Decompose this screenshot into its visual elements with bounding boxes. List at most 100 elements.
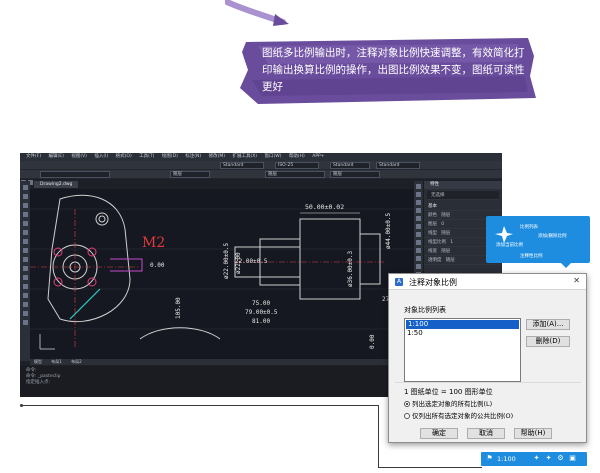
copy-obj-icon[interactable]: [22, 320, 28, 325]
radio-all-label: 列出选定对象的所有比例(L): [412, 400, 493, 408]
block-icon[interactable]: [22, 257, 28, 262]
flange-part: [47, 194, 131, 323]
menu-modify[interactable]: 修改(M): [209, 154, 225, 159]
menu-window[interactable]: 窗口(W): [264, 154, 281, 159]
dialog-titlebar[interactable]: A 注释对象比例 ✕: [389, 274, 586, 290]
perpendicular-icon[interactable]: [416, 264, 421, 269]
tab-model[interactable]: 模型: [30, 359, 46, 364]
radio-common-indicator[interactable]: [404, 413, 410, 419]
polygon-icon[interactable]: [22, 203, 28, 208]
menu-ext-tools[interactable]: 扩展工具(X): [232, 154, 257, 159]
dim-75-label: 75.00: [252, 300, 270, 307]
table-style-select[interactable]: Standard: [330, 162, 370, 169]
region-icon[interactable]: [22, 284, 28, 289]
center-icon[interactable]: [416, 216, 421, 221]
workspace-icon[interactable]: ⚙: [557, 455, 564, 462]
dim-81-label: 81.00: [252, 318, 270, 325]
extension-icon[interactable]: [416, 248, 421, 253]
linetype-select[interactable]: 随层: [265, 171, 325, 178]
tip-add-current[interactable]: 添加当前比例: [496, 242, 523, 248]
menu-format[interactable]: 格式(O): [116, 154, 132, 159]
quadrant-icon[interactable]: [416, 232, 421, 237]
brush-stroke-decoration: [225, 0, 289, 26]
model-layout-tabs: 模型 布局1 布局2: [30, 359, 414, 365]
command-line-3: 指定插入点:: [26, 380, 51, 385]
feature-banner: 图纸多比例输出时，注释对象比例快速调整，有效简化打印输出换算比例的操作，出图比例…: [238, 36, 538, 106]
intersection-icon[interactable]: [416, 240, 421, 245]
radio-all-indicator[interactable]: [404, 401, 410, 407]
osnap-icon[interactable]: [416, 192, 421, 197]
menu-view[interactable]: 视图(V): [71, 154, 87, 159]
tip-scale-list[interactable]: 比例列表: [520, 224, 538, 230]
properties-section[interactable]: 基本: [424, 202, 502, 211]
dim-50-label: 50.00±0.02: [305, 203, 344, 211]
menu-tools[interactable]: 工具(T): [139, 154, 154, 159]
text-style-select[interactable]: Standard: [220, 162, 264, 169]
radio-list-all[interactable]: 列出选定对象的所有比例(L): [404, 398, 492, 408]
ellipse-icon[interactable]: [22, 248, 28, 253]
dim-style-select[interactable]: ISO-25: [275, 162, 319, 169]
callout-line-bottom: [378, 467, 482, 468]
menu-app[interactable]: APP+: [312, 154, 324, 159]
mtext-icon[interactable]: [22, 302, 28, 307]
dim-phi22b-label: ø22.00: [235, 252, 242, 274]
polyline-icon[interactable]: [22, 194, 28, 199]
delete-button[interactable]: 删除(D): [526, 336, 570, 347]
dialog-title: 注释对象比例: [409, 278, 457, 287]
midpoint-icon[interactable]: [416, 208, 421, 213]
endpoint-icon[interactable]: [416, 200, 421, 205]
arc-icon[interactable]: [22, 221, 28, 226]
scale-item-1-100[interactable]: 1:100: [406, 320, 519, 329]
erase-icon[interactable]: [22, 311, 28, 316]
lineweight-select[interactable]: 随层: [330, 171, 380, 178]
add-button[interactable]: 添加(A)...: [526, 319, 570, 330]
table-icon[interactable]: [22, 293, 28, 298]
layer-select[interactable]: [40, 171, 110, 178]
left-toolbar: [20, 181, 30, 361]
auto-scale-icon[interactable]: ✦: [545, 455, 552, 462]
dim-phi22-label: ø22.00±0.5: [223, 242, 230, 279]
tab-layout1[interactable]: 布局1: [47, 359, 66, 364]
menu-draw[interactable]: 绘图(D): [162, 154, 178, 159]
menu-file[interactable]: 文件(F): [26, 154, 41, 159]
command-line[interactable]: 命令: 命令: _pasteclip 指定插入点:: [20, 366, 423, 397]
annotation-scale-value[interactable]: 1:100: [497, 455, 516, 463]
file-tab[interactable]: Drawing2.dwg: [34, 181, 79, 188]
toolbar-layers: 随层 随层 随层: [20, 170, 502, 185]
rectangle-icon[interactable]: [22, 212, 28, 217]
scale-list[interactable]: 1:100 1:50: [404, 318, 521, 382]
callout-dot: [20, 404, 23, 407]
menu-dimension[interactable]: 标注(N): [185, 154, 201, 159]
insertion-icon[interactable]: [416, 256, 421, 261]
ok-button[interactable]: 确定: [420, 428, 458, 439]
radio-list-common[interactable]: 仅列出所有选定对象的公共比例(O): [404, 410, 513, 420]
selection-select[interactable]: 无选择: [427, 191, 499, 200]
annotation-scale-icon-small[interactable]: ⚑: [486, 455, 493, 462]
menu-help[interactable]: 帮助(H): [289, 154, 305, 159]
cancel-button[interactable]: 取消: [467, 428, 505, 439]
help-button[interactable]: 帮助(H): [514, 428, 552, 439]
dim-zero-label: 0.00: [150, 262, 165, 269]
callout-line: [22, 405, 378, 406]
color-select[interactable]: 随层: [170, 171, 210, 178]
fullscreen-icon[interactable]: ▣: [569, 455, 576, 462]
scale-item-1-50[interactable]: 1:50: [405, 329, 520, 338]
ucs-icon: [39, 334, 55, 350]
line-icon[interactable]: [22, 185, 28, 190]
circle-icon[interactable]: [22, 230, 28, 235]
annotation-tooltip: 比例列表 添加当前比例 添加/删除比例 注释性比例: [486, 216, 590, 263]
drawing-canvas[interactable]: M2 0.00 105.00 50.00±0.02 22.00±0.5 ø22.…: [30, 189, 414, 359]
menu-edit[interactable]: 编辑(E): [49, 154, 64, 159]
spline-icon[interactable]: [22, 239, 28, 244]
point-icon[interactable]: [22, 266, 28, 271]
tab-layout2[interactable]: 布局2: [67, 359, 86, 364]
annotation-visibility-icon[interactable]: ✦: [533, 455, 540, 462]
node-icon[interactable]: [416, 224, 421, 229]
snap-icon[interactable]: [416, 184, 421, 189]
hatch-icon[interactable]: [22, 275, 28, 280]
mleader-style-select[interactable]: Standard: [376, 162, 420, 169]
tip-annotative-scale[interactable]: 注释性比例: [520, 253, 543, 259]
menu-insert[interactable]: 插入(I): [94, 154, 108, 159]
tip-add-delete[interactable]: 添加/删除比例: [538, 233, 567, 239]
close-icon[interactable]: ✕: [573, 276, 580, 285]
